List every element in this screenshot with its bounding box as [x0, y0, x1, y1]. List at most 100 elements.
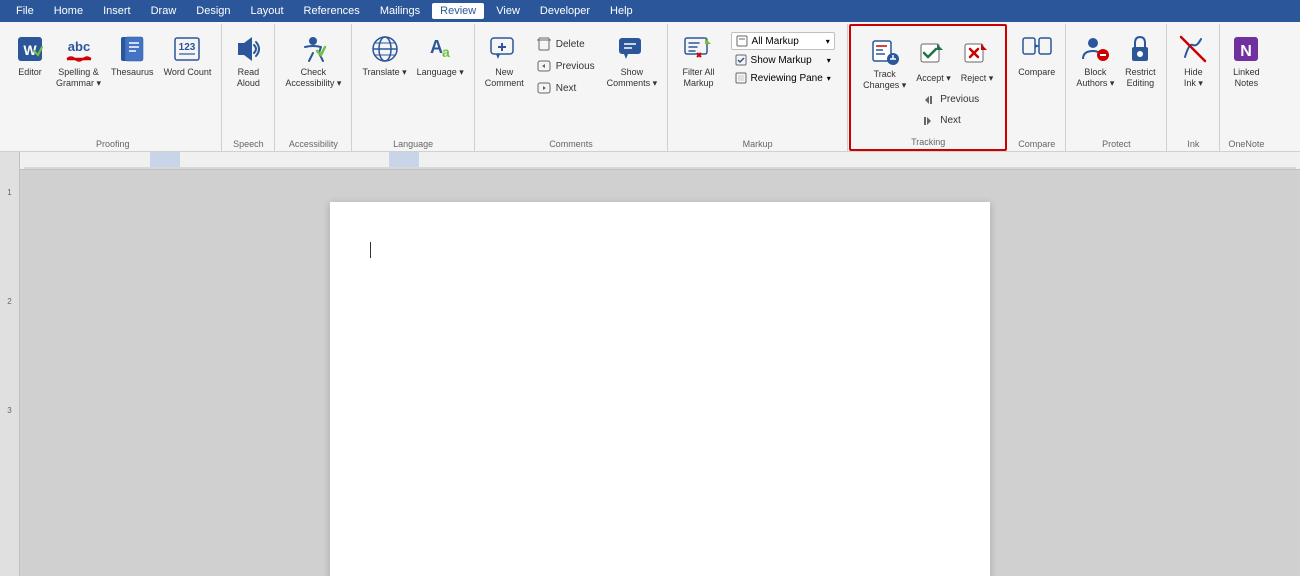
svg-text:W: W: [23, 42, 37, 58]
restrict-editing-button[interactable]: RestrictEditing: [1120, 30, 1160, 92]
reject-label: Reject ▾: [961, 73, 994, 84]
translate-icon: [369, 33, 401, 65]
next-change-button[interactable]: Next: [916, 111, 993, 131]
check-accessibility-icon: [297, 33, 329, 65]
menu-mailings[interactable]: Mailings: [372, 3, 428, 19]
reject-icon: [961, 39, 993, 71]
reviewing-pane-button[interactable]: Reviewing Pane ▾: [731, 70, 835, 86]
proofing-label: Proofing: [4, 139, 221, 149]
language-icon: A a: [424, 33, 456, 65]
menu-view[interactable]: View: [488, 3, 528, 19]
next-comment-label: Next: [556, 83, 577, 94]
svg-text:123: 123: [179, 42, 196, 53]
ink-group-label: Ink: [1167, 139, 1219, 149]
speech-label: Speech: [222, 139, 274, 149]
hide-ink-button[interactable]: HideInk ▾: [1173, 30, 1213, 92]
show-markup-label: Show Markup: [751, 55, 812, 66]
block-authors-button[interactable]: BlockAuthors ▾: [1072, 30, 1118, 92]
editor-button[interactable]: W Editor: [10, 30, 50, 81]
editor-label: Editor: [18, 67, 42, 78]
tracking-group: TrackChanges ▾: [849, 24, 1007, 151]
next-change-label: Next: [940, 115, 961, 126]
previous-change-label: Previous: [940, 94, 979, 105]
reject-button[interactable]: Reject ▾: [957, 36, 998, 87]
previous-comment-label: Previous: [556, 61, 595, 72]
read-aloud-icon: [232, 33, 264, 65]
reviewing-pane-label: Reviewing Pane: [751, 73, 823, 84]
restrict-editing-label: RestrictEditing: [1125, 67, 1156, 89]
onenote-group: N LinkedNotes OneNote: [1220, 24, 1272, 151]
show-comments-icon: [616, 33, 648, 65]
compare-button[interactable]: Compare: [1014, 30, 1059, 81]
block-authors-icon: [1079, 33, 1111, 65]
document-scroll-area[interactable]: [20, 152, 1300, 576]
previous-change-button[interactable]: Previous: [916, 90, 993, 110]
new-comment-button[interactable]: NewComment: [481, 30, 528, 92]
linked-notes-icon: N: [1230, 33, 1262, 65]
svg-text:abc: abc: [67, 39, 89, 54]
proofing-group: W Editor abc Spelling: [4, 24, 222, 151]
protect-group-label: Protect: [1066, 139, 1166, 149]
menu-design[interactable]: Design: [188, 3, 238, 19]
delete-icon: [536, 36, 552, 52]
all-markup-label: All Markup: [752, 36, 799, 47]
new-comment-label: NewComment: [485, 67, 524, 89]
spelling-button[interactable]: abc Spelling &Grammar ▾: [52, 30, 105, 92]
show-markup-button[interactable]: Show Markup ▾: [731, 52, 835, 68]
accessibility-group: CheckAccessibility ▾ Accessibility: [275, 24, 352, 151]
translate-button[interactable]: Translate ▾: [358, 30, 410, 81]
filter-markup-label: Filter AllMarkup: [683, 67, 715, 89]
accept-button[interactable]: Accept ▾: [912, 36, 955, 87]
filter-markup-button[interactable]: Filter AllMarkup: [677, 30, 721, 92]
editor-icon: W: [14, 33, 46, 65]
menu-review[interactable]: Review: [432, 3, 484, 19]
page-canvas[interactable]: [20, 170, 1300, 576]
compare-label: Compare: [1018, 67, 1055, 78]
accept-icon: [917, 39, 949, 71]
accessibility-label: Accessibility: [275, 139, 351, 149]
word-count-label: Word Count: [164, 67, 212, 78]
filter-markup-icon: [683, 33, 715, 65]
previous-comment-button[interactable]: Previous: [532, 56, 599, 76]
track-changes-label: TrackChanges ▾: [863, 69, 906, 91]
show-comments-button[interactable]: ShowComments ▾: [603, 30, 662, 92]
menu-insert[interactable]: Insert: [95, 3, 139, 19]
menu-developer[interactable]: Developer: [532, 3, 598, 19]
translate-label: Translate ▾: [362, 67, 406, 78]
thesaurus-label: Thesaurus: [111, 67, 154, 78]
menu-help[interactable]: Help: [602, 3, 641, 19]
markup-group: Filter AllMarkup All Markup ▾ Show Marku…: [668, 24, 848, 151]
menu-file[interactable]: File: [8, 3, 42, 19]
word-count-button[interactable]: 123 Word Count: [160, 30, 216, 81]
thesaurus-button[interactable]: Thesaurus: [107, 30, 158, 81]
thesaurus-icon: [116, 33, 148, 65]
onenote-group-label: OneNote: [1220, 139, 1272, 149]
track-changes-button[interactable]: TrackChanges ▾: [859, 32, 910, 94]
read-aloud-button[interactable]: ReadAloud: [228, 30, 268, 92]
language-group: Translate ▾ A a Language ▾ Language: [352, 24, 474, 151]
next-comment-icon: [536, 80, 552, 96]
delete-button[interactable]: Delete: [532, 34, 599, 54]
language-label: Language ▾: [417, 67, 464, 78]
ink-group: HideInk ▾ Ink: [1167, 24, 1220, 151]
track-changes-icon: [869, 35, 901, 67]
linked-notes-button[interactable]: N LinkedNotes: [1226, 30, 1266, 92]
hide-ink-icon: [1177, 33, 1209, 65]
next-comment-button[interactable]: Next: [532, 78, 599, 98]
check-accessibility-label: CheckAccessibility ▾: [285, 67, 341, 89]
menu-layout[interactable]: Layout: [243, 3, 292, 19]
comments-label: Comments: [475, 139, 667, 149]
language-button[interactable]: A a Language ▾: [413, 30, 468, 81]
spelling-icon: abc: [63, 33, 95, 65]
show-markup-arrow: ▾: [827, 56, 831, 65]
block-authors-label: BlockAuthors ▾: [1076, 67, 1114, 89]
document-area: 1 2 3: [0, 152, 1300, 576]
menu-home[interactable]: Home: [46, 3, 91, 19]
reviewing-pane-arrow: ▾: [827, 74, 831, 83]
left-margin: 1 2 3: [0, 152, 20, 576]
menu-draw[interactable]: Draw: [143, 3, 185, 19]
menu-references[interactable]: References: [296, 3, 368, 19]
document-page[interactable]: [330, 202, 990, 576]
all-markup-dropdown[interactable]: All Markup ▾: [731, 32, 835, 50]
check-accessibility-button[interactable]: CheckAccessibility ▾: [281, 30, 345, 92]
